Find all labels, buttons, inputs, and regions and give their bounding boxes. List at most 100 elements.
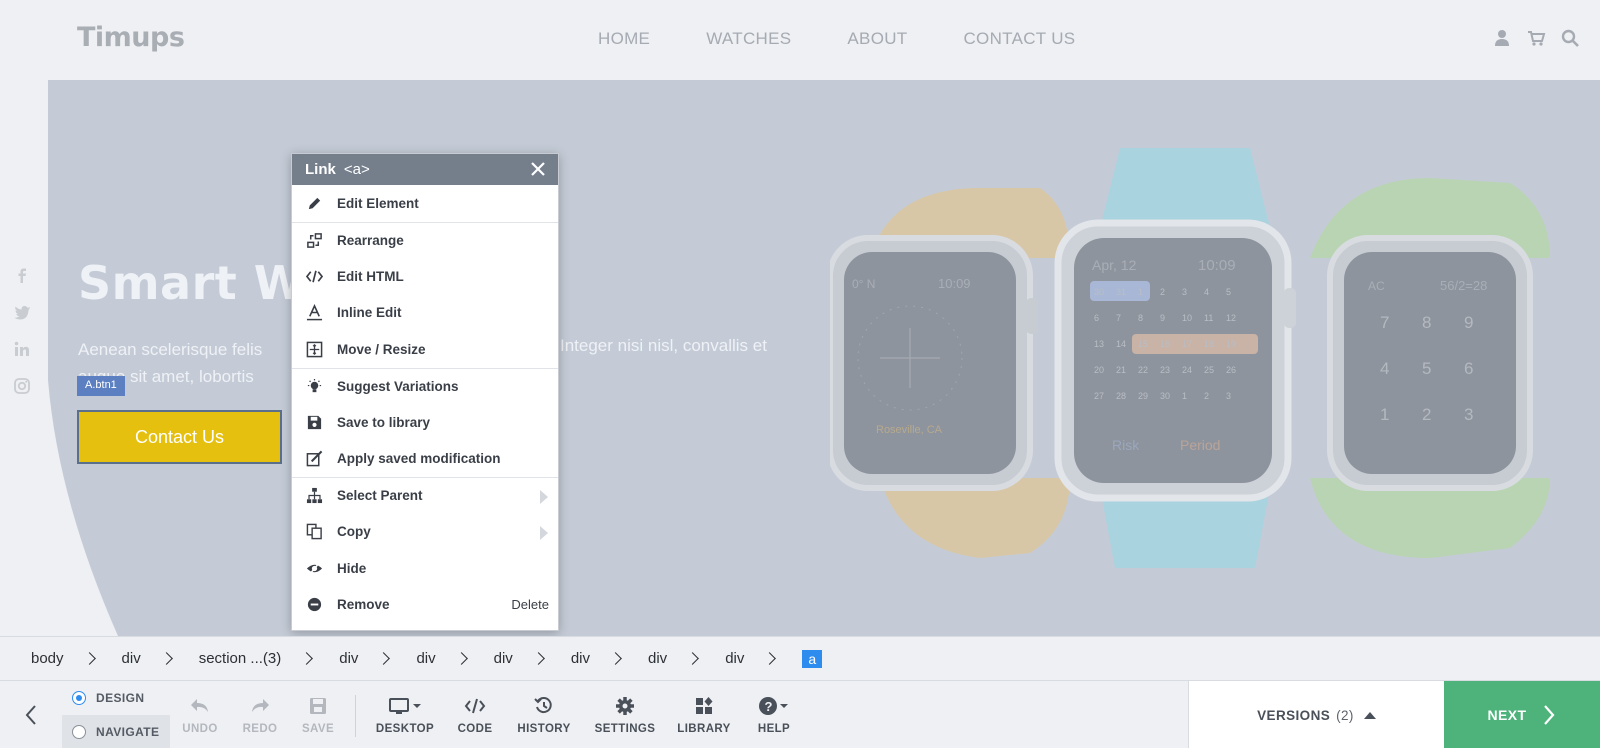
watch-left-time: 10:09 [938,276,971,291]
calendar-day: 22 [1138,365,1148,375]
calendar-day: 7 [1116,313,1121,323]
site-logo[interactable]: Timups [77,22,185,53]
breadcrumb-chevron-icon [377,652,391,665]
redo-button[interactable]: REDO [242,681,278,748]
help-button[interactable]: ? HELP [752,681,796,748]
menu-remove[interactable]: Remove Delete [292,587,558,624]
radio-unselected [72,725,86,739]
nav-about[interactable]: ABOUT [847,29,907,49]
editor-toolbar: DESIGN NAVIGATE UNDO REDO SAVE DESKTOP C… [0,680,1600,748]
menu-apply-saved-modification[interactable]: Apply saved modification [292,441,558,478]
eye-slash-icon [305,559,323,577]
context-menu-tag: <a> [343,161,370,178]
breadcrumb-item[interactable]: div [416,650,435,667]
calendar-day: 6 [1094,313,1099,323]
cart-icon[interactable] [1526,28,1546,48]
menu-label: Select Parent [337,488,423,504]
breadcrumb-item[interactable]: body [31,650,64,667]
menu-hide[interactable]: Hide [292,550,558,587]
menu-save-to-library[interactable]: Save to library [292,404,558,441]
breadcrumb-chevron-icon [531,652,545,665]
design-mode-radio[interactable]: DESIGN [62,681,170,715]
breadcrumb-item[interactable]: div [648,650,667,667]
menu-select-parent[interactable]: Select Parent [292,477,558,514]
menu-edit-html[interactable]: Edit HTML [292,258,558,295]
navigate-mode-radio[interactable]: NAVIGATE [62,715,170,748]
code-icon [464,698,486,713]
menu-inline-edit[interactable]: Inline Edit [292,295,558,332]
calendar-day: 3 [1182,287,1187,297]
nav-contact[interactable]: CONTACT US [963,29,1075,49]
watch-key: 7 [1380,313,1389,332]
code-icon [305,267,323,285]
menu-rearrange[interactable]: Rearrange [292,221,558,259]
save-button[interactable]: SAVE [300,681,336,748]
menu-label: Remove [337,597,390,613]
breadcrumb-item[interactable]: div [122,650,141,667]
undo-button[interactable]: UNDO [182,681,218,748]
calendar-day: 11 [1204,313,1213,323]
calendar-day: 10 [1182,313,1192,323]
breadcrumb-item[interactable]: section ...(3) [199,650,282,667]
breadcrumb-chevron-icon [82,652,96,665]
nav-home[interactable]: HOME [598,29,650,49]
menu-copy[interactable]: Copy [292,514,558,551]
calendar-day: 23 [1160,365,1170,375]
gear-icon [616,696,634,715]
versions-button[interactable]: VERSIONS (2) [1188,681,1444,748]
menu-label: Inline Edit [337,305,402,321]
calendar-day: 27 [1094,391,1104,401]
calendar-day: 31 [1116,287,1126,297]
calendar-day: 28 [1116,391,1126,401]
breadcrumb-item[interactable]: div [571,650,590,667]
submenu-arrow-icon [540,525,548,540]
lightbulb-icon [305,377,323,395]
history-icon [534,696,552,713]
site-header: Timups HOME WATCHES ABOUT CONTACT US [0,0,1600,80]
breadcrumb-chevron-icon [763,652,777,665]
chevron-right-icon [1544,705,1555,725]
menu-label: Suggest Variations [337,378,459,394]
nav-watches[interactable]: WATCHES [706,29,791,49]
search-icon[interactable] [1560,28,1580,48]
breadcrumb-item-active[interactable]: a [802,649,823,668]
breadcrumb-item[interactable]: div [494,650,513,667]
desktop-button[interactable]: DESKTOP [374,681,436,748]
calendar-day: 16 [1160,339,1170,349]
settings-button[interactable]: SETTINGS [594,681,656,748]
calendar-day: 4 [1204,287,1209,297]
menu-label: Edit HTML [337,268,404,284]
undo-label: UNDO [182,722,218,735]
menu-edit-element[interactable]: Edit Element [292,185,558,222]
instagram-icon[interactable] [13,377,31,395]
menu-move-resize[interactable]: Move / Resize [292,331,558,368]
contact-us-button[interactable]: Contact Us [77,410,282,464]
linkedin-icon[interactable] [13,340,31,358]
toolbar-divider [355,695,356,737]
breadcrumb-item[interactable]: div [339,650,358,667]
breadcrumb-item[interactable]: div [725,650,744,667]
context-menu-header: Link <a> [292,154,558,185]
history-button[interactable]: HISTORY [516,681,572,748]
library-icon [696,696,713,714]
library-button[interactable]: LIBRARY [677,681,730,748]
context-menu-title: Link [305,161,336,178]
back-button[interactable] [0,681,62,748]
code-label: CODE [457,722,493,735]
calendar-day: 5 [1226,287,1231,297]
menu-label: Copy [337,524,371,540]
user-icon[interactable] [1492,28,1512,48]
calendar-day: 30 [1160,391,1170,401]
code-button[interactable]: CODE [457,681,493,748]
chevron-left-icon [25,705,36,725]
twitter-icon[interactable] [13,303,31,321]
close-icon[interactable] [529,160,547,178]
facebook-icon[interactable] [13,266,31,284]
menu-suggest-variations[interactable]: Suggest Variations [292,367,558,405]
versions-label: VERSIONS [1257,707,1331,723]
watch-mid-risk: Risk [1112,437,1140,453]
next-button[interactable]: NEXT [1444,681,1600,748]
sitemap-icon [305,487,323,505]
watch-key: 9 [1464,313,1473,332]
calendar-day: 18 [1204,339,1214,349]
